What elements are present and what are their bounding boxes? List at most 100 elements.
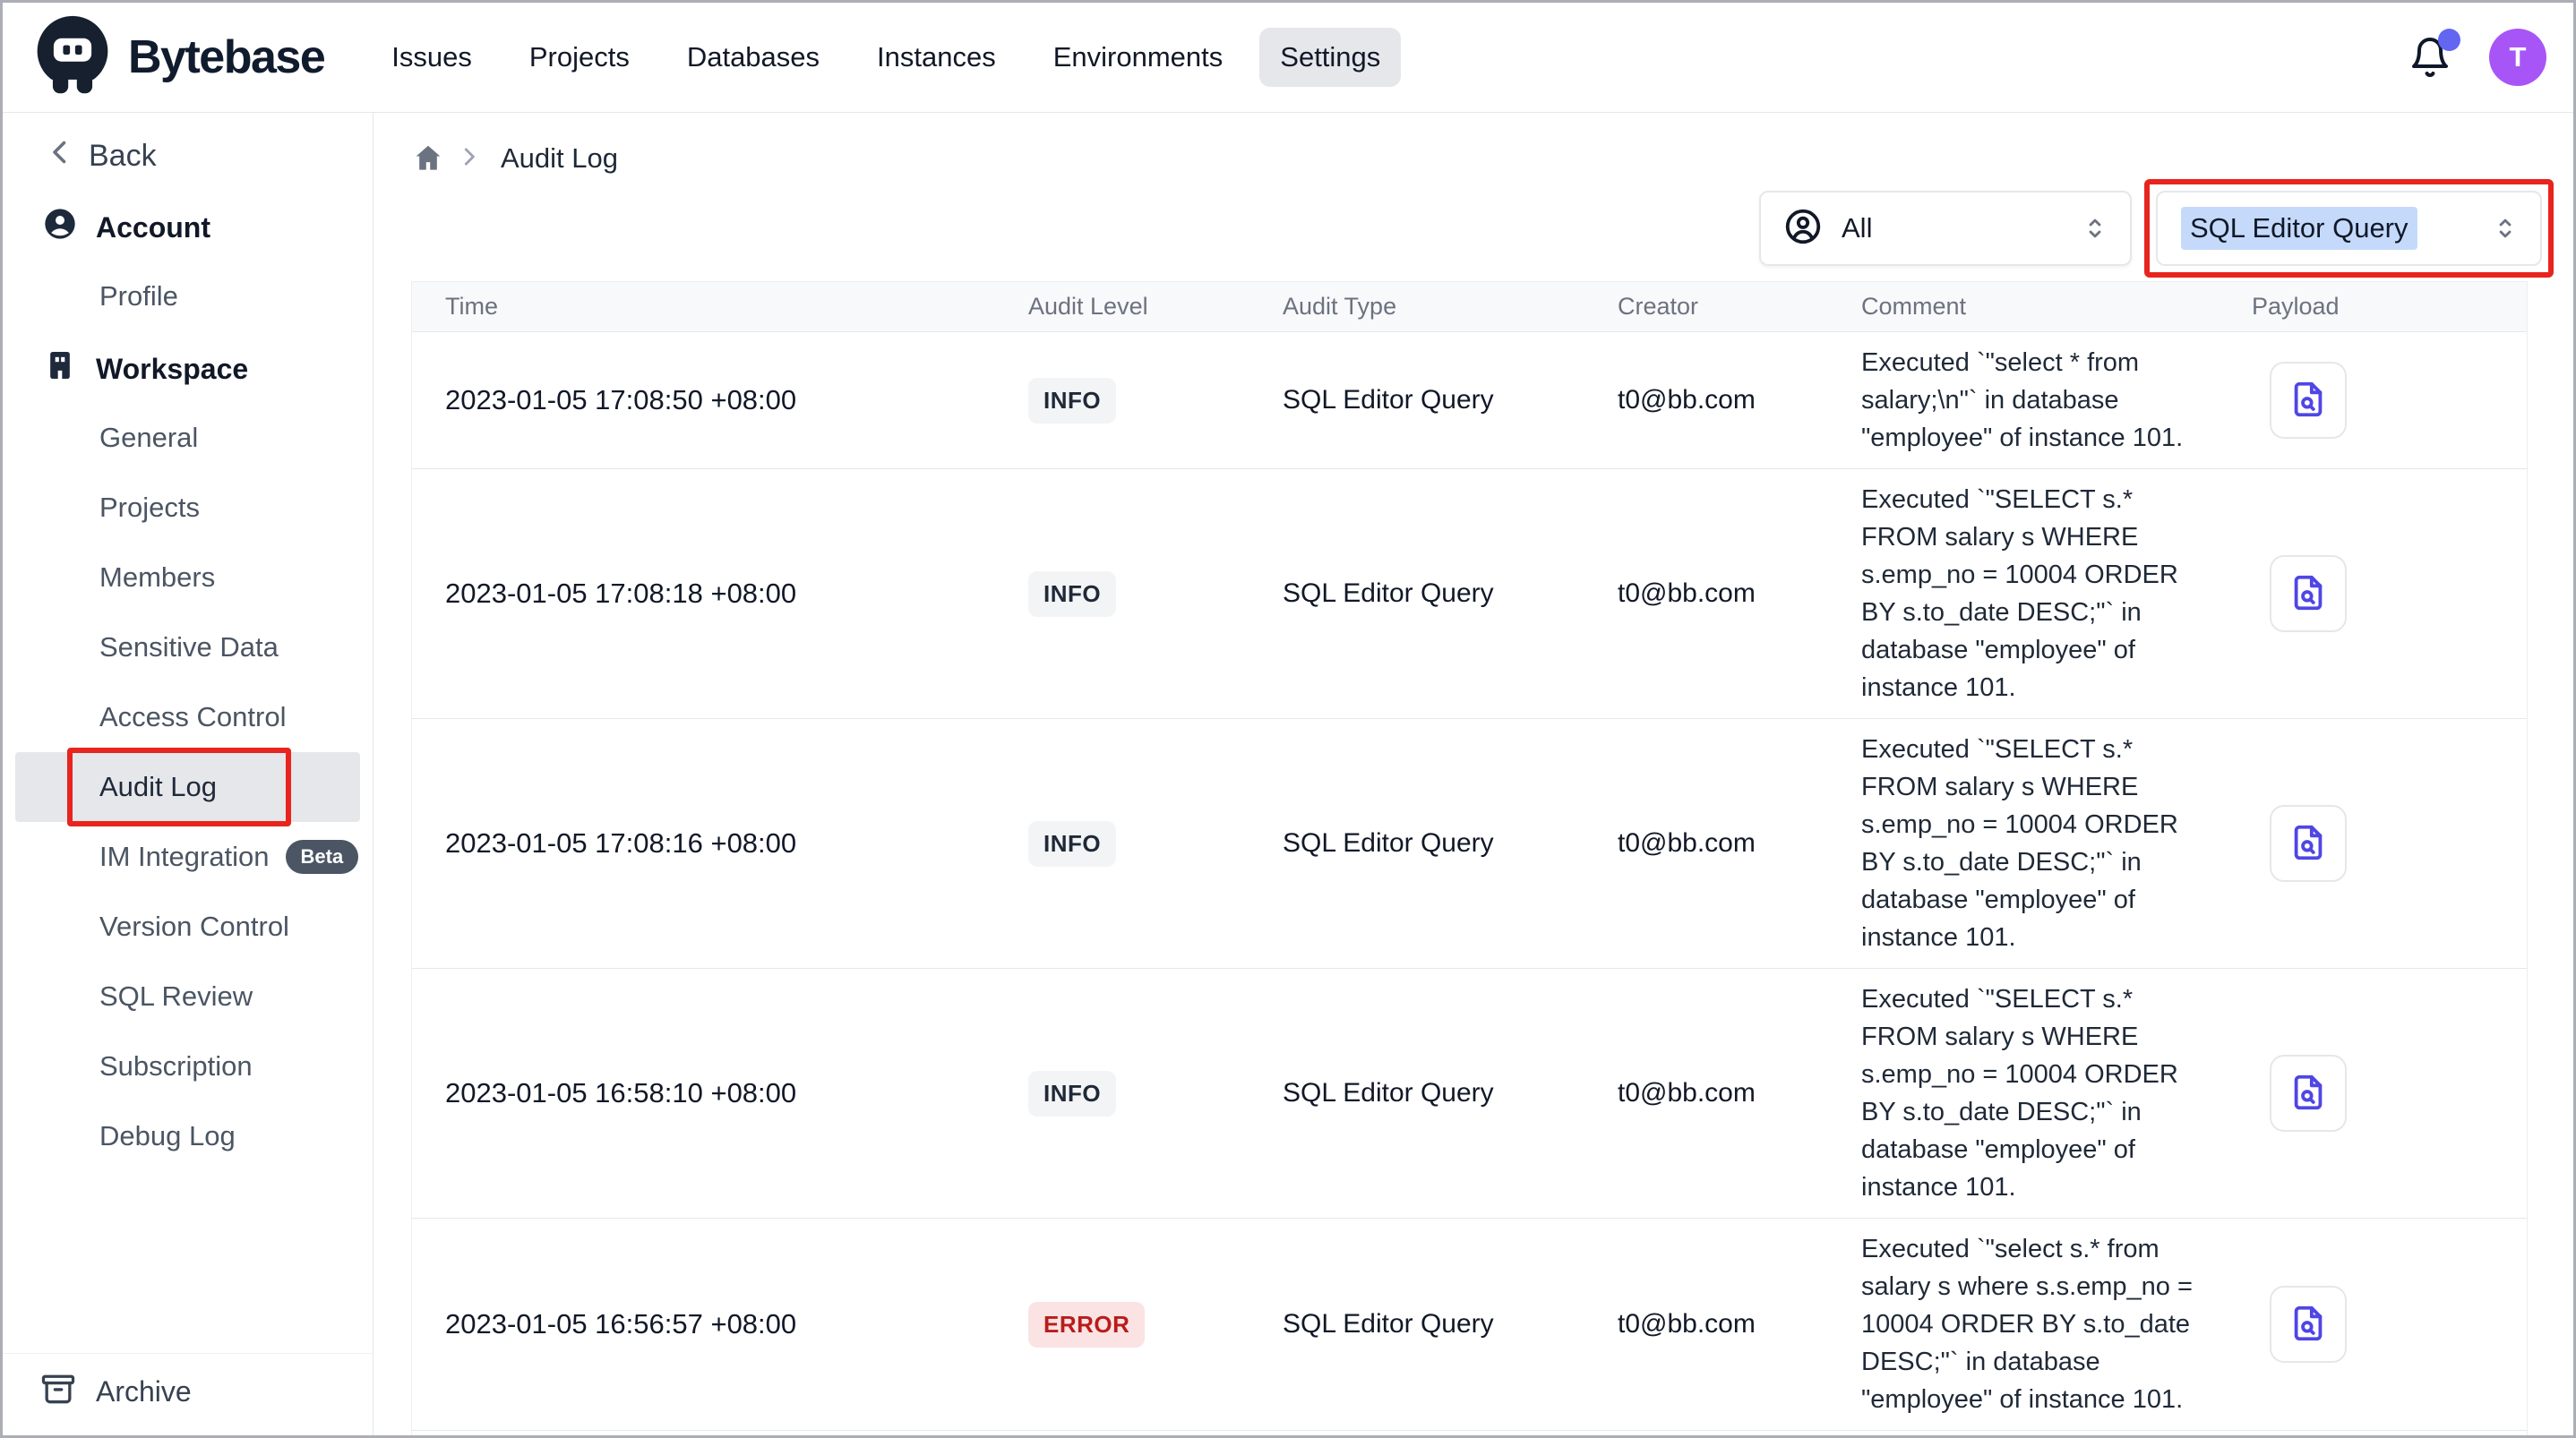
sidebar-item-projects[interactable]: Projects — [3, 473, 373, 543]
cell-audit-type: SQL Editor Query — [1281, 385, 1576, 415]
sidebar-item-access-control[interactable]: Access Control — [3, 682, 373, 752]
audit-level-badge: INFO — [1028, 378, 1116, 424]
audit-table-body: 2023-01-05 17:08:50 +08:00INFOSQL Editor… — [412, 332, 2527, 1438]
notifications-button[interactable] — [2409, 36, 2451, 79]
user-circle-icon — [1782, 206, 1824, 252]
beta-badge: Beta — [286, 840, 359, 874]
home-icon[interactable] — [411, 141, 445, 175]
sidebar-item-label: Profile — [99, 280, 178, 312]
sidebar-sections: AccountProfileWorkspaceGeneralProjectsMe… — [3, 190, 373, 1353]
audit-level-badge: INFO — [1028, 1071, 1116, 1117]
archive-label: Archive — [96, 1375, 192, 1408]
sidebar-item-label: General — [99, 422, 198, 454]
cell-audit-level: INFO — [1021, 1071, 1281, 1117]
cell-payload — [2230, 555, 2527, 632]
cell-comment: Executed `"SELECT s.* FROM salary s WHER… — [1836, 481, 2193, 706]
audit-type-filter-select[interactable]: SQL Editor Query — [2156, 191, 2542, 266]
sidebar-item-debug-log[interactable]: Debug Log — [3, 1101, 373, 1171]
cell-time: 2023-01-05 17:08:50 +08:00 — [412, 384, 1021, 416]
payload-view-button[interactable] — [2270, 555, 2347, 632]
bytebase-app: Bytebase Issues Projects Databases Instance… — [0, 0, 2576, 1438]
sidebar-item-label: Subscription — [99, 1050, 253, 1083]
sidebar-item-profile[interactable]: Profile — [3, 261, 373, 331]
sidebar-item-subscription[interactable]: Subscription — [3, 1031, 373, 1101]
bell-icon — [2409, 67, 2451, 82]
sidebar-item-general[interactable]: General — [3, 403, 373, 473]
building-icon — [42, 347, 78, 390]
nav-item-instances[interactable]: Instances — [856, 28, 1017, 87]
app-body: Back AccountProfileWorkspaceGeneralProje… — [3, 113, 2573, 1435]
chevron-right-icon — [456, 143, 483, 175]
sidebar-item-label: Projects — [99, 492, 200, 524]
payload-view-button[interactable] — [2270, 805, 2347, 882]
user-circle-filled-icon — [42, 206, 78, 249]
top-nav: Bytebase Issues Projects Databases Instance… — [3, 3, 2573, 113]
sidebar-item-sql-review[interactable]: SQL Review — [3, 962, 373, 1031]
avatar[interactable]: T — [2489, 29, 2546, 86]
sidebar-item-audit-log[interactable]: Audit Log — [15, 752, 360, 822]
nav-item-settings[interactable]: Settings — [1259, 28, 1401, 87]
cell-creator: t0@bb.com — [1576, 385, 1836, 415]
nav-item-issues[interactable]: Issues — [371, 28, 493, 87]
cell-time: 2023-01-05 17:08:16 +08:00 — [412, 827, 1021, 860]
file-search-icon — [2288, 1303, 2329, 1347]
cell-payload — [2230, 362, 2527, 439]
column-header-payload: Payload — [2230, 293, 2527, 321]
back-button[interactable]: Back — [3, 131, 373, 181]
cell-audit-level: ERROR — [1021, 1302, 1281, 1348]
cell-audit-type: SQL Editor Query — [1281, 1309, 1576, 1340]
file-search-icon — [2288, 822, 2329, 866]
table-row: 2023-01-05 13:32:52 +08:00INFOSQL Editor… — [412, 1431, 2527, 1438]
settings-sidebar: Back AccountProfileWorkspaceGeneralProje… — [3, 113, 374, 1435]
cell-creator: t0@bb.com — [1576, 828, 1836, 859]
cell-audit-type: SQL Editor Query — [1281, 578, 1576, 609]
payload-view-button[interactable] — [2270, 1286, 2347, 1363]
sidebar-item-label: IM Integration — [99, 841, 270, 873]
chevrons-up-down-icon — [2490, 213, 2520, 244]
column-header-audit-level: Audit Level — [1021, 293, 1281, 321]
top-nav-right: T — [2409, 29, 2546, 86]
creator-filter-select[interactable]: All — [1759, 191, 2132, 266]
audit-type-filter-value: SQL Editor Query — [2181, 207, 2417, 250]
cell-time: 2023-01-05 16:58:10 +08:00 — [412, 1077, 1021, 1109]
audit-level-badge: ERROR — [1028, 1302, 1145, 1348]
cell-audit-level: INFO — [1021, 378, 1281, 424]
sidebar-item-label: SQL Review — [99, 980, 253, 1013]
bytebase-logo[interactable]: Bytebase — [30, 13, 324, 103]
cell-time: 2023-01-05 16:56:57 +08:00 — [412, 1308, 1021, 1340]
bytebase-logo-icon — [30, 13, 116, 103]
page-title: Audit Log — [501, 142, 618, 175]
cell-audit-type: SQL Editor Query — [1281, 828, 1576, 859]
cell-audit-type: SQL Editor Query — [1281, 1078, 1576, 1108]
sidebar-item-version-control[interactable]: Version Control — [3, 892, 373, 962]
main-content: Audit Log All — [374, 113, 2573, 1435]
breadcrumb: Audit Log — [411, 141, 2554, 175]
cell-payload — [2230, 805, 2527, 882]
cell-creator: t0@bb.com — [1576, 1309, 1836, 1340]
payload-view-button[interactable] — [2270, 1055, 2347, 1132]
file-search-icon — [2288, 379, 2329, 423]
sidebar-item-members[interactable]: Members — [3, 543, 373, 612]
table-row: 2023-01-05 17:08:50 +08:00INFO SQL Editor… — [412, 332, 2527, 469]
sidebar-item-im-integration[interactable]: IM Integration Beta — [3, 822, 373, 892]
column-header-comment: Comment — [1836, 293, 2230, 321]
sidebar-item-sensitive-data[interactable]: Sensitive Data — [3, 612, 373, 682]
column-header-creator: Creator — [1576, 293, 1836, 321]
payload-view-button[interactable] — [2270, 362, 2347, 439]
chevrons-up-down-icon — [2080, 213, 2110, 244]
sidebar-item-label: Sensitive Data — [99, 631, 279, 663]
nav-item-projects[interactable]: Projects — [509, 28, 650, 87]
archive-icon — [39, 1369, 78, 1416]
table-row: 2023-01-05 16:56:57 +08:00ERROR SQL Edito… — [412, 1219, 2527, 1431]
nav-item-environments[interactable]: Environments — [1033, 28, 1244, 87]
cell-audit-level: INFO — [1021, 821, 1281, 867]
nav-item-databases[interactable]: Databases — [666, 28, 840, 87]
column-header-time: Time — [412, 293, 1021, 321]
cell-payload — [2230, 1286, 2527, 1363]
table-row: 2023-01-05 16:58:10 +08:00INFO SQL Editor… — [412, 969, 2527, 1219]
back-label: Back — [89, 139, 157, 174]
creator-filter-value: All — [1842, 212, 1872, 244]
cell-comment: Executed `"SELECT s.* FROM salary s WHER… — [1836, 731, 2193, 956]
sidebar-item-archive[interactable]: Archive — [3, 1353, 373, 1430]
sidebar-item-label: Debug Log — [99, 1120, 236, 1152]
